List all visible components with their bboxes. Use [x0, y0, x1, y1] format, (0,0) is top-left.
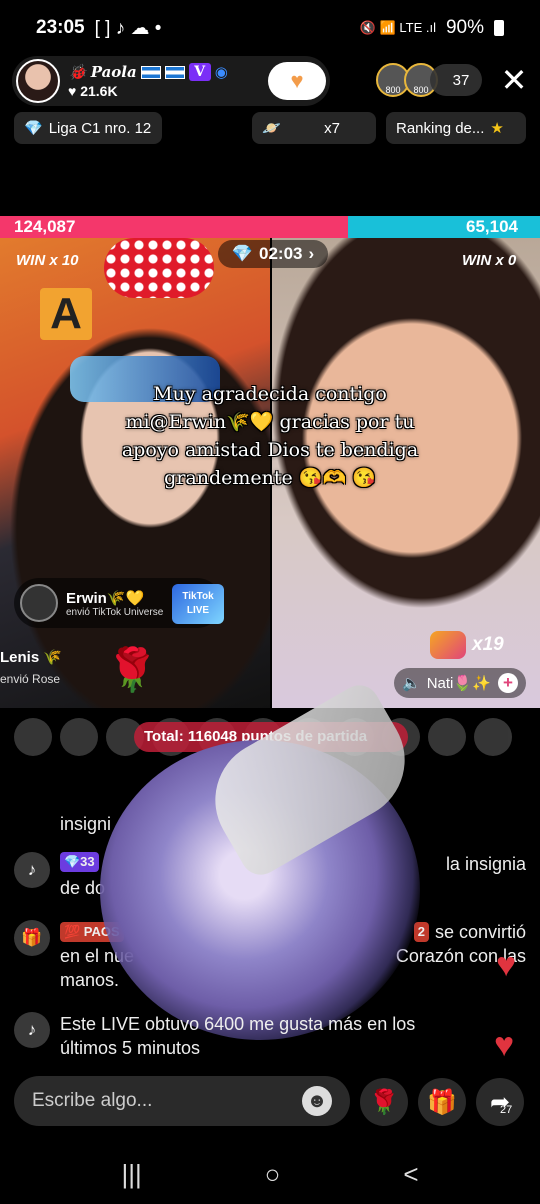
share-count: 27: [500, 1104, 513, 1116]
opponent-name-pill[interactable]: 🔈 Nati🌷✨ +: [394, 668, 526, 698]
follow-plus-icon[interactable]: +: [498, 673, 518, 693]
tiktok-live-gift-icon: TikTok LIVE: [172, 584, 224, 624]
back-icon[interactable]: <: [403, 1159, 418, 1190]
recent-apps-icon[interactable]: |||: [121, 1159, 141, 1190]
planet-icon: 🪐: [262, 120, 281, 137]
bow-decoration: [104, 238, 214, 298]
booster-icon: [430, 631, 466, 659]
rose-icon: 🌹: [369, 1088, 399, 1116]
rose-gift-icon: 🌹: [106, 646, 159, 693]
left-win-count: WIN x 10: [16, 252, 79, 269]
close-icon[interactable]: ✕: [496, 62, 532, 98]
home-icon[interactable]: ○: [265, 1159, 281, 1190]
gift-button[interactable]: 🎁: [418, 1078, 466, 1126]
mute-icon[interactable]: 🔈: [402, 674, 421, 692]
battery-icon: [494, 20, 504, 36]
level-badge: 2: [413, 922, 429, 942]
tiktok-icon: ♪: [14, 852, 50, 888]
circle-badge-icon: ◉: [214, 63, 228, 81]
signal-icons: 🔇 📶 LTE .ıl: [359, 20, 436, 35]
multiplier-chip[interactable]: 🪐 x7: [252, 112, 376, 144]
follow-heart-button[interactable]: ♥: [268, 62, 326, 100]
rose-sender-name: Lenis 🌾: [0, 649, 63, 666]
ranking-chip[interactable]: Ranking de... ★: [386, 112, 526, 144]
gifter-row-avatar[interactable]: [14, 718, 52, 756]
host-name: Paola: [90, 63, 137, 81]
battle-timer[interactable]: 💎 02:03 ›: [218, 240, 328, 268]
rose-description: envió Rose: [0, 672, 61, 686]
host-level-badge: V: [188, 63, 211, 81]
right-score: 65,104: [466, 217, 518, 236]
league-chip[interactable]: 💎 Liga C1 nro. 12: [14, 112, 162, 144]
host-profile-pill[interactable]: 🐞 Paola V ◉ ♥ 21.6K ♥: [12, 56, 330, 106]
diamond-icon: 💎: [231, 244, 253, 263]
gifter-row-avatar[interactable]: [474, 718, 512, 756]
gifter-avatar[interactable]: [20, 584, 58, 622]
share-button[interactable]: ➦: [476, 1078, 524, 1126]
battle-score-bar: [0, 216, 540, 238]
comment-text-line2: últimos 5 minutos: [60, 1038, 201, 1058]
host-info: 🐞 Paola V ◉ ♥ 21.6K: [68, 63, 228, 99]
chevron-right-icon: ›: [308, 244, 315, 263]
emoji-icon[interactable]: ☻: [302, 1086, 332, 1116]
gift-box-icon: 🎁: [427, 1088, 457, 1116]
comment-text: la insignia: [445, 854, 526, 874]
tiktok-icon: ♪: [14, 1012, 50, 1048]
star-icon: ★: [490, 120, 504, 137]
gifter-level-badge: 💎33: [60, 852, 99, 872]
right-multiplier[interactable]: x19: [430, 628, 530, 662]
caption-overlay: Muy agradecida contigo mi@Erwin🌾💛 gracia…: [121, 383, 419, 489]
flag-icon: [140, 65, 161, 79]
comment-input[interactable]: Escribe algo... ☻: [14, 1076, 350, 1126]
ranking-label: Ranking de...: [396, 119, 485, 137]
status-time: 23:05: [36, 17, 85, 38]
system-nav-bar: ||| ○ <: [0, 1144, 540, 1204]
letter-sign: A: [40, 288, 92, 340]
gifter-row-avatar[interactable]: [60, 718, 98, 756]
rose-gift-button[interactable]: 🌹: [360, 1078, 408, 1126]
league-label: Liga C1 nro. 12: [48, 119, 152, 137]
floating-heart-icon: ♥: [496, 946, 517, 984]
battery-text: 90%: [445, 17, 484, 38]
gift-icon: 🎁: [14, 920, 50, 956]
right-win-count: WIN x 0: [462, 252, 517, 269]
top-viewer-avatars[interactable]: 800 800: [376, 63, 438, 97]
status-bar: 23:05 [ ] ♪ ☁ • 🔇 📶 LTE .ıl 90%: [0, 0, 540, 56]
rose-notification: Lenis 🌾 envió Rose: [0, 648, 62, 686]
diamond-icon: 💎: [24, 120, 43, 137]
comment-item[interactable]: ♪ insigni: [14, 812, 111, 848]
comment-placeholder: Escribe algo...: [32, 1090, 153, 1111]
host-name-row: 🐞 Paola V ◉: [68, 63, 228, 81]
opponent-name: Nati🌷✨: [426, 675, 491, 692]
comment-text: Este LIVE obtuvo 6400 me gusta más en lo…: [60, 1014, 416, 1034]
gift-description: envió TikTok Universe: [66, 606, 164, 618]
host-likes: ♥ 21.6K: [68, 83, 118, 99]
flag-icon: [164, 65, 185, 79]
viewer-count[interactable]: 37: [430, 64, 482, 96]
notification-icons: [ ] ♪ ☁ •: [94, 17, 162, 39]
left-score: 124,087: [14, 217, 76, 236]
comment-text: insigni: [60, 814, 112, 834]
heart-hands-icon: ♥: [290, 68, 304, 93]
comment-item[interactable]: ♪ Este LIVE obtuvo 6400 me gusta más en …: [14, 1012, 484, 1060]
multiplier-label: x7: [324, 119, 340, 137]
host-avatar[interactable]: [16, 59, 60, 103]
gifter-name: Erwin🌾💛: [66, 589, 145, 607]
comment-text: se convirtió: [434, 922, 526, 942]
right-multiplier-value: x19: [472, 634, 504, 655]
floating-heart-icon: ♥: [494, 1026, 515, 1064]
timer-value: 02:03: [259, 244, 303, 263]
ladybug-icon: 🐞: [68, 63, 87, 81]
gifter-row-avatar[interactable]: [428, 718, 466, 756]
